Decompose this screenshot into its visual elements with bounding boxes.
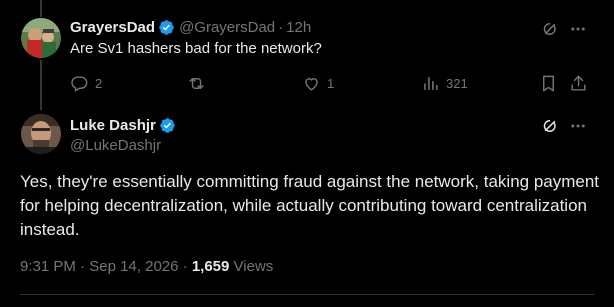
tweet-author-avatar[interactable]	[21, 114, 61, 154]
share-icon	[569, 74, 588, 93]
reply-text: Are Sv1 hashers bad for the network?	[70, 40, 322, 57]
more-icon[interactable]	[568, 116, 588, 136]
reply-count: 2	[95, 76, 103, 91]
tweet-time[interactable]: 9:31 PM	[20, 258, 76, 275]
repost-button[interactable]	[187, 74, 212, 93]
analytics-icon	[421, 74, 440, 93]
more-icon[interactable]	[568, 19, 588, 39]
divider	[20, 294, 594, 295]
verified-badge-icon	[158, 19, 175, 36]
share-button[interactable]	[569, 74, 588, 93]
repost-icon	[187, 74, 206, 93]
tweet-views-count: 1,659	[191, 258, 230, 275]
tweet-author-name[interactable]: Luke Dashjr	[70, 117, 156, 134]
like-button[interactable]: 1	[302, 74, 334, 93]
views-button[interactable]: 321	[421, 74, 468, 93]
like-icon	[302, 74, 321, 93]
views-count: 321	[446, 76, 468, 91]
thread-connector-bottom	[40, 60, 42, 110]
tweet-author-handle[interactable]: @LukeDashjr	[70, 137, 176, 154]
bookmark-button[interactable]	[539, 74, 558, 93]
separator-dot: ·	[80, 258, 86, 275]
bookmark-icon	[539, 74, 558, 93]
tweet-views-label: Views	[233, 258, 274, 275]
reply-action-bar: 2 1 321	[70, 74, 590, 94]
tweet-text: Yes, they're essentially committing frau…	[20, 172, 600, 239]
reply-timestamp[interactable]: 12h	[286, 19, 311, 36]
grok-icon[interactable]	[540, 19, 560, 39]
tweet-header: Luke Dashjr @LukeDashjr	[70, 117, 176, 154]
reply-author-handle[interactable]: @GrayersDad	[179, 19, 275, 36]
grok-icon[interactable]	[540, 116, 560, 136]
reply-button[interactable]: 2	[70, 74, 102, 93]
like-count: 1	[327, 76, 335, 91]
verified-badge-icon	[159, 117, 176, 134]
separator-dot: ·	[182, 258, 188, 275]
reply-author-avatar[interactable]	[21, 18, 61, 58]
tweet-metadata: 9:31 PM · Sep 14, 2026 · 1,659 Views	[20, 258, 273, 275]
thread-connector-top	[40, 0, 42, 17]
reply-header: GrayersDad @GrayersDad · 12h	[70, 19, 311, 36]
tweet-date[interactable]: Sep 14, 2026	[89, 258, 178, 275]
separator-dot: ·	[278, 19, 284, 36]
reply-author-name[interactable]: GrayersDad	[70, 19, 155, 36]
reply-icon	[70, 74, 89, 93]
